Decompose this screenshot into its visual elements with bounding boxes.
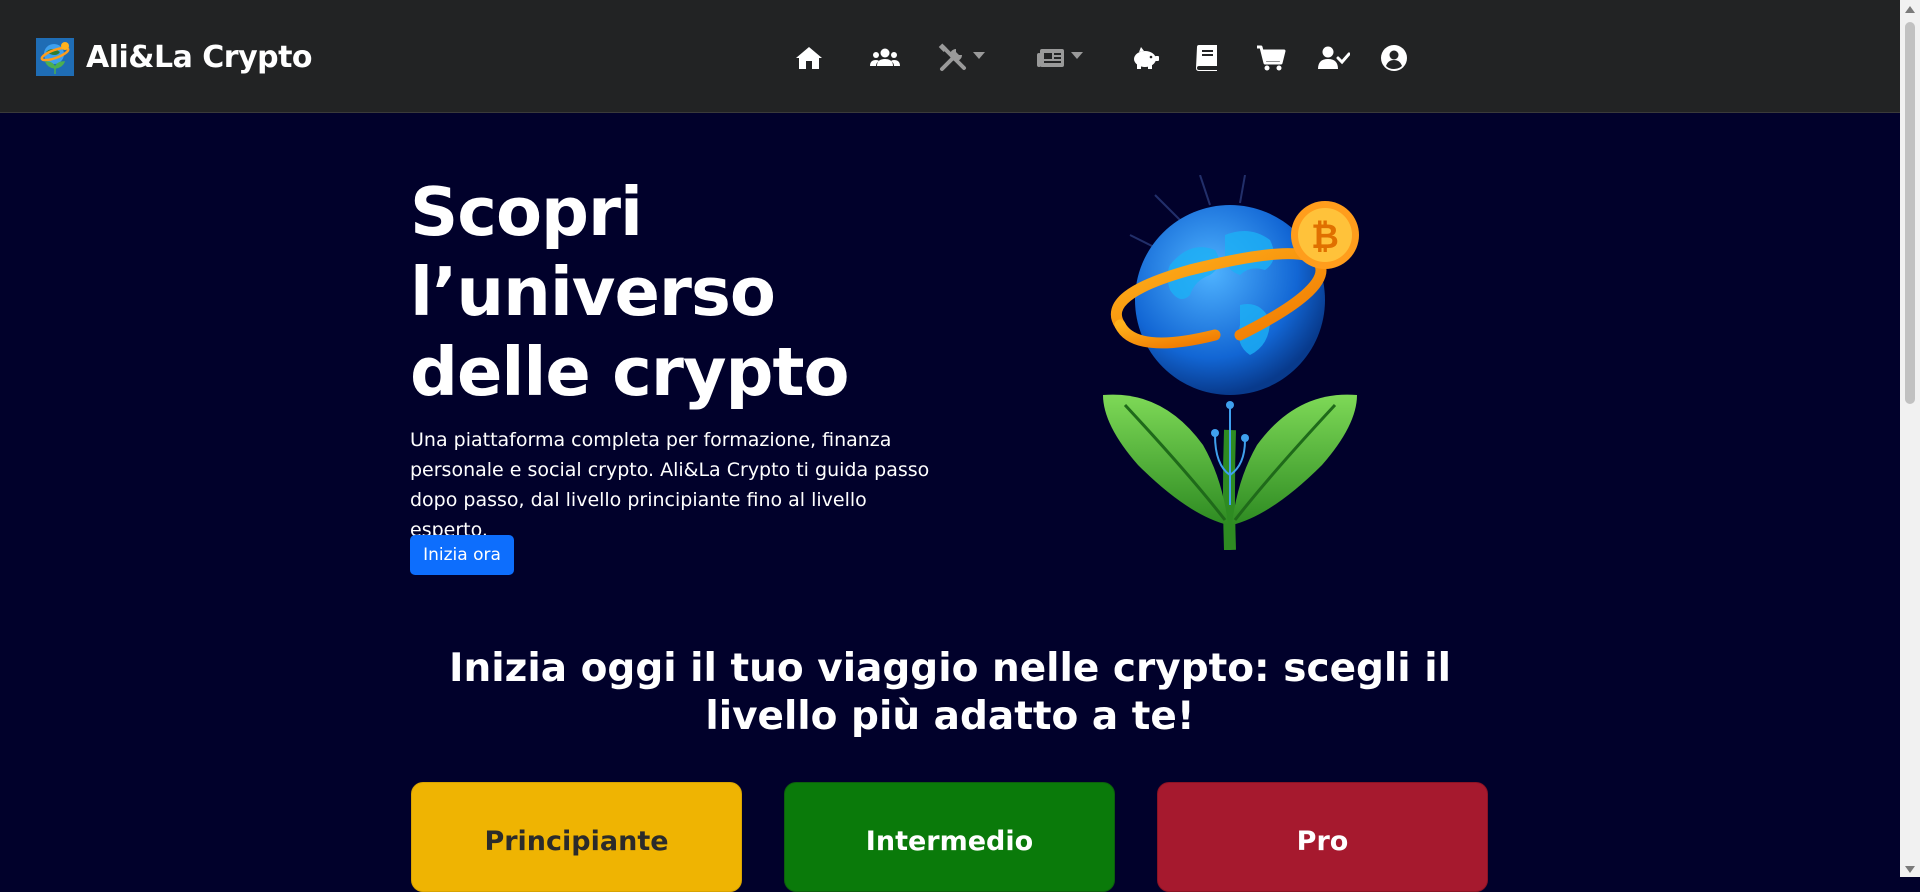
page-scrollbar[interactable]	[1900, 0, 1920, 877]
brand-link[interactable]: Ali&La Crypto	[36, 38, 313, 76]
nav-tools-dropdown[interactable]	[938, 40, 985, 76]
nav-community[interactable]	[870, 40, 900, 76]
hero-description: Una piattaforma completa per formazione,…	[410, 429, 930, 541]
cart-icon	[1257, 45, 1286, 71]
hero-title-line: Scopri	[410, 173, 643, 251]
level-card-title: Intermedio	[865, 826, 1034, 857]
newspaper-icon	[1037, 49, 1064, 67]
scroll-down-arrow-icon[interactable]	[1905, 866, 1915, 873]
level-card-intermediate[interactable]: Intermedio	[784, 782, 1115, 892]
start-now-button[interactable]: Inizia ora	[410, 535, 514, 575]
piggy-bank-icon	[1134, 47, 1159, 69]
svg-text:₿: ₿	[1311, 217, 1339, 257]
hero-title: Scopri l’universo delle crypto	[410, 172, 970, 412]
hero-title-line: delle crypto	[410, 333, 850, 411]
home-icon	[796, 47, 822, 69]
level-card-pro[interactable]: Pro	[1157, 782, 1488, 892]
nav-news-dropdown[interactable]	[1036, 40, 1083, 76]
level-card-title: Principiante	[484, 826, 669, 857]
book-icon	[1196, 45, 1217, 71]
scroll-up-arrow-icon[interactable]	[1905, 6, 1915, 13]
tools-icon	[938, 43, 966, 71]
nav-shop[interactable]	[1256, 40, 1286, 76]
level-card-title: Pro	[1296, 826, 1349, 857]
user-check-icon	[1318, 46, 1350, 69]
level-card-beginner[interactable]: Principiante	[411, 782, 742, 892]
nav-savings[interactable]	[1130, 40, 1160, 76]
levels-heading: Inizia oggi il tuo viaggio nelle crypto:…	[449, 646, 1451, 739]
nav-account[interactable]	[1380, 40, 1408, 76]
nav-profile-verify[interactable]	[1318, 40, 1350, 76]
top-navbar: Ali&La Crypto	[0, 0, 1900, 113]
chevron-down-icon	[1071, 51, 1083, 59]
globe-bitcoin-plant-illustration: ₿	[1103, 175, 1359, 550]
scrollbar-thumb[interactable]	[1905, 22, 1915, 404]
nav-courses[interactable]	[1194, 40, 1220, 76]
brand-logo-icon	[36, 38, 74, 76]
hero-title-line: l’universo	[410, 253, 776, 331]
user-circle-icon	[1381, 45, 1407, 71]
chevron-down-icon	[973, 51, 985, 59]
users-icon	[870, 48, 900, 66]
brand-name: Ali&La Crypto	[86, 39, 313, 75]
nav-home[interactable]	[794, 40, 824, 76]
